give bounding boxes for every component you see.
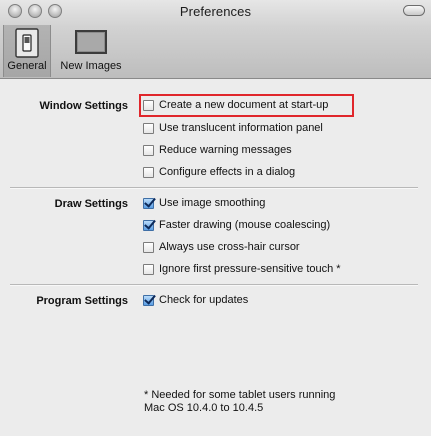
title-bar: Preferences General New Images [0,0,431,79]
window-title: Preferences [179,4,252,19]
section-divider [10,284,418,286]
configure-effects-checkbox[interactable]: Configure effects in a dialog [143,164,295,180]
create-new-document-checkbox[interactable]: Create a new document at start-up [143,97,328,113]
checkbox-box[interactable] [143,166,154,178]
checkbox-box[interactable] [143,99,154,111]
checkbox-label: Create a new document at start-up [159,99,329,111]
toolbar-general-tab[interactable]: General [3,25,51,77]
checkbox-label: Configure effects in a dialog [159,166,296,178]
translucent-panel-checkbox[interactable]: Use translucent information panel [143,120,323,136]
faster-drawing-checkbox[interactable]: Faster drawing (mouse coalescing) [143,217,330,233]
checkbox-box[interactable] [143,294,154,306]
checkbox-box[interactable] [143,241,154,253]
draw-settings-label: Draw Settings [54,198,128,210]
reduce-warnings-checkbox[interactable]: Reduce warning messages [143,142,292,158]
program-settings-label: Program Settings [36,295,128,307]
window-settings-label: Window Settings [39,100,128,112]
light-switch-icon [15,28,39,58]
checkbox-label: Always use cross-hair cursor [159,241,300,253]
footnote: * Needed for some tablet users running M… [144,389,335,415]
section-divider [10,187,418,189]
footnote-line-1: * Needed for some tablet users running [144,389,336,401]
checkbox-box[interactable] [143,122,154,134]
checkbox-label: Use image smoothing [159,197,266,209]
check-updates-checkbox[interactable]: Check for updates [143,292,248,308]
checkbox-label: Ignore first pressure-sensitive touch * [159,263,341,275]
checkbox-box[interactable] [143,219,154,231]
checkbox-box[interactable] [143,263,154,275]
crosshair-cursor-checkbox[interactable]: Always use cross-hair cursor [143,239,300,255]
preferences-window: Preferences General New Images Window Se… [0,0,431,436]
checkbox-label: Check for updates [159,294,249,306]
checkbox-label: Reduce warning messages [159,144,292,156]
toolbar-general-label: General [7,60,47,72]
checkbox-box[interactable] [143,144,154,156]
checkbox-label: Faster drawing (mouse coalescing) [159,219,331,231]
footnote-line-2: Mac OS 10.4.0 to 10.4.5 [144,402,264,414]
toolbar-toggle-button[interactable] [403,5,425,16]
ignore-pressure-touch-checkbox[interactable]: Ignore first pressure-sensitive touch * [143,261,341,277]
blank-canvas-icon [75,30,107,54]
image-smoothing-checkbox[interactable]: Use image smoothing [143,195,265,211]
toolbar-new-images-label: New Images [60,60,122,72]
checkbox-label: Use translucent information panel [159,122,323,134]
toolbar-new-images-tab[interactable]: New Images [56,25,126,77]
checkbox-box[interactable] [143,197,154,209]
